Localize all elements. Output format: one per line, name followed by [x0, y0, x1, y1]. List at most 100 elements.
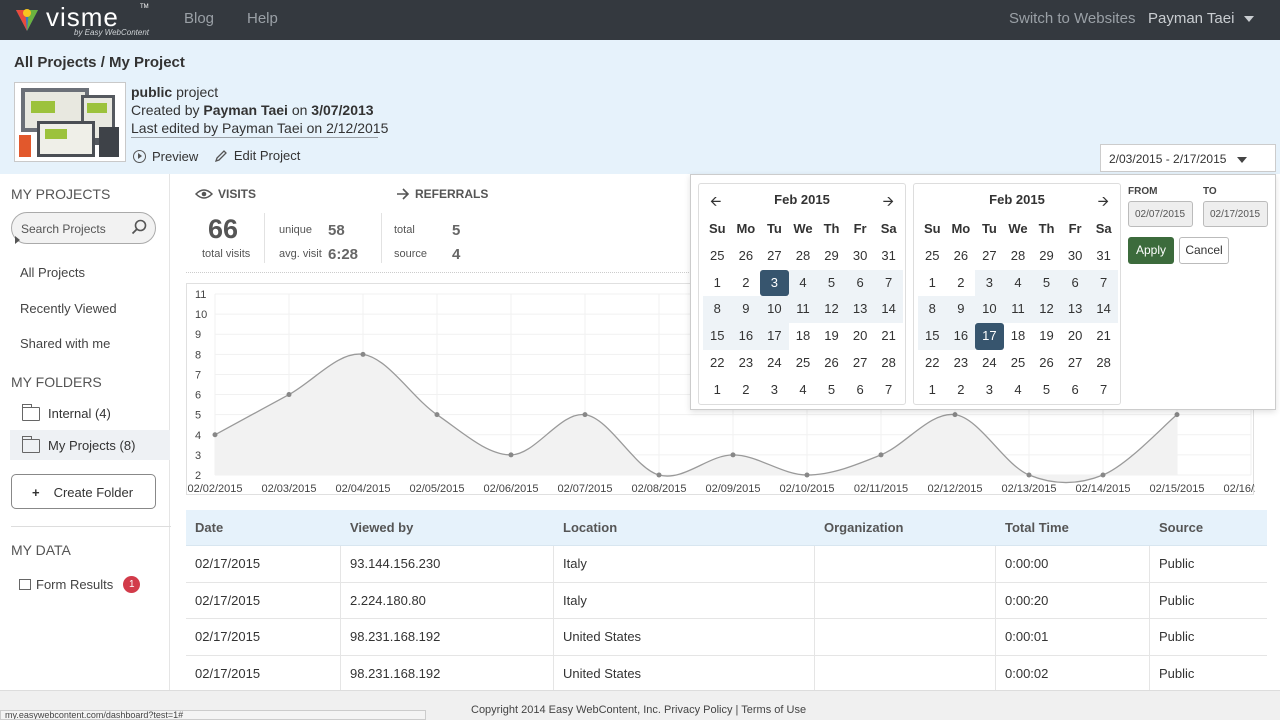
calendar-day[interactable]: 16: [731, 323, 761, 350]
calendar-day[interactable]: 3: [760, 269, 789, 297]
from-date-input[interactable]: 02/07/2015: [1128, 201, 1193, 227]
calendar-day[interactable]: 26: [817, 350, 846, 377]
calendar-day[interactable]: 5: [1032, 269, 1061, 297]
calendar-day[interactable]: 17: [975, 323, 1004, 350]
calendar-day[interactable]: 14: [1089, 296, 1118, 324]
column-header[interactable]: Location: [554, 510, 815, 545]
calendar-day[interactable]: 5: [817, 269, 846, 297]
privacy-policy-link[interactable]: Privacy Policy: [664, 704, 732, 716]
calendar-day[interactable]: 6: [845, 269, 875, 297]
calendar-day[interactable]: 18: [789, 323, 818, 350]
calendar-day[interactable]: 18: [1004, 323, 1033, 350]
calendar-day[interactable]: 6: [1061, 377, 1090, 404]
calendar-day[interactable]: 7: [874, 269, 903, 297]
calendar-day[interactable]: 27: [975, 243, 1004, 270]
calendar-day[interactable]: 1: [918, 270, 947, 297]
calendar-day[interactable]: 25: [918, 243, 947, 270]
calendar-day[interactable]: 4: [1003, 269, 1033, 297]
project-thumbnail[interactable]: [14, 82, 126, 162]
calendar-day[interactable]: 20: [1061, 323, 1090, 350]
create-folder-button[interactable]: + Create Folder: [11, 474, 156, 509]
calendar-day[interactable]: 31: [874, 243, 903, 270]
calendar-day[interactable]: 27: [760, 243, 789, 270]
column-header[interactable]: Total Time: [996, 510, 1150, 545]
calendar-day[interactable]: 19: [817, 323, 846, 350]
sidebar-item-form-results[interactable]: Form Results 1: [19, 576, 141, 593]
calendar-day[interactable]: 4: [1004, 377, 1033, 404]
calendar-day[interactable]: 2: [947, 377, 976, 404]
preview-button[interactable]: Preview: [133, 149, 198, 164]
calendar-day[interactable]: 28: [789, 243, 818, 270]
calendar-day[interactable]: 28: [1004, 243, 1033, 270]
calendar-day[interactable]: 27: [846, 350, 875, 377]
calendar-day[interactable]: 24: [975, 350, 1004, 377]
calendar-day[interactable]: 1: [703, 270, 732, 297]
calendar-day[interactable]: 2: [947, 270, 976, 297]
calendar-day[interactable]: 13: [1060, 296, 1090, 324]
calendar-day[interactable]: 15: [703, 323, 732, 350]
calendar-day[interactable]: 29: [817, 243, 846, 270]
calendar-day[interactable]: 26: [1032, 350, 1061, 377]
visme-logo[interactable]: visme TM by Easy WebContent: [12, 2, 152, 38]
breadcrumb[interactable]: All Projects / My Project: [14, 54, 185, 71]
calendar-day[interactable]: 23: [732, 350, 761, 377]
calendar-day[interactable]: 4: [788, 269, 818, 297]
sidebar-item-recently-viewed[interactable]: Recently Viewed: [20, 301, 117, 316]
calendar-day[interactable]: 29: [1032, 243, 1061, 270]
calendar-day[interactable]: 15: [918, 323, 947, 350]
calendar-day[interactable]: 9: [946, 296, 976, 324]
edit-project-button[interactable]: Edit Project: [214, 148, 300, 163]
calendar-day[interactable]: 26: [947, 243, 976, 270]
calendar-day[interactable]: 21: [874, 323, 903, 350]
calendar-day[interactable]: 19: [1032, 323, 1061, 350]
calendar-day[interactable]: 28: [1089, 350, 1118, 377]
calendar-day[interactable]: 11: [788, 296, 818, 324]
calendar-day[interactable]: 2: [732, 270, 761, 297]
calendar-day[interactable]: 31: [1089, 243, 1118, 270]
calendar-day[interactable]: 2: [732, 377, 761, 404]
calendar-day[interactable]: 8: [918, 296, 947, 324]
column-header[interactable]: Date: [186, 510, 341, 545]
visits-tab[interactable]: VISITS: [195, 187, 256, 201]
search-icon[interactable]: [131, 219, 147, 235]
expand-arrow-icon[interactable]: [15, 236, 20, 244]
calendar-day[interactable]: 30: [846, 243, 875, 270]
referrals-tab[interactable]: REFERRALS: [396, 187, 488, 201]
next-month-icon[interactable]: 🡪: [1098, 191, 1109, 215]
calendar-day[interactable]: 10: [975, 296, 1004, 324]
calendar-day[interactable]: 30: [1061, 243, 1090, 270]
search-input[interactable]: Search Projects: [11, 212, 156, 244]
calendar-day[interactable]: 10: [760, 296, 789, 324]
table-row[interactable]: 02/17/2015 98.231.168.192 United States 0:0…: [186, 619, 1267, 656]
apply-button[interactable]: Apply: [1128, 237, 1174, 264]
calendar-day[interactable]: 3: [975, 269, 1004, 297]
calendar-day[interactable]: 20: [846, 323, 875, 350]
nav-help[interactable]: Help: [247, 10, 278, 27]
column-header[interactable]: Source: [1150, 510, 1267, 545]
calendar-day[interactable]: 7: [874, 377, 903, 404]
table-row[interactable]: 02/17/2015 98.231.168.192 United States 0:0…: [186, 655, 1267, 692]
folder-internal[interactable]: Internal (4): [21, 403, 111, 421]
calendar-day[interactable]: 23: [947, 350, 976, 377]
sidebar-item-shared[interactable]: Shared with me: [20, 336, 110, 351]
folder-my-projects[interactable]: My Projects (8): [21, 435, 135, 453]
calendar-day[interactable]: 4: [789, 377, 818, 404]
user-menu[interactable]: Payman Taei: [1148, 10, 1255, 27]
calendar-day[interactable]: 7: [1089, 269, 1118, 297]
calendar-day[interactable]: 9: [731, 296, 761, 324]
to-date-input[interactable]: 02/17/2015: [1203, 201, 1268, 227]
calendar-day[interactable]: 1: [703, 377, 732, 404]
calendar-day[interactable]: 12: [817, 296, 846, 324]
calendar-day[interactable]: 12: [1032, 296, 1061, 324]
calendar-day[interactable]: 25: [789, 350, 818, 377]
calendar-day[interactable]: 3: [760, 377, 789, 404]
table-row[interactable]: 02/17/2015 93.144.156.230 Italy 0:00:00 Publ…: [186, 546, 1267, 583]
cancel-button[interactable]: Cancel: [1179, 237, 1229, 264]
calendar-day[interactable]: 13: [845, 296, 875, 324]
calendar-day[interactable]: 7: [1089, 377, 1118, 404]
switch-to-websites[interactable]: Switch to Websites: [1009, 10, 1135, 27]
calendar-day[interactable]: 16: [946, 323, 976, 350]
column-header[interactable]: Organization: [815, 510, 996, 545]
calendar-day[interactable]: 25: [1004, 350, 1033, 377]
calendar-day[interactable]: 8: [703, 296, 732, 324]
